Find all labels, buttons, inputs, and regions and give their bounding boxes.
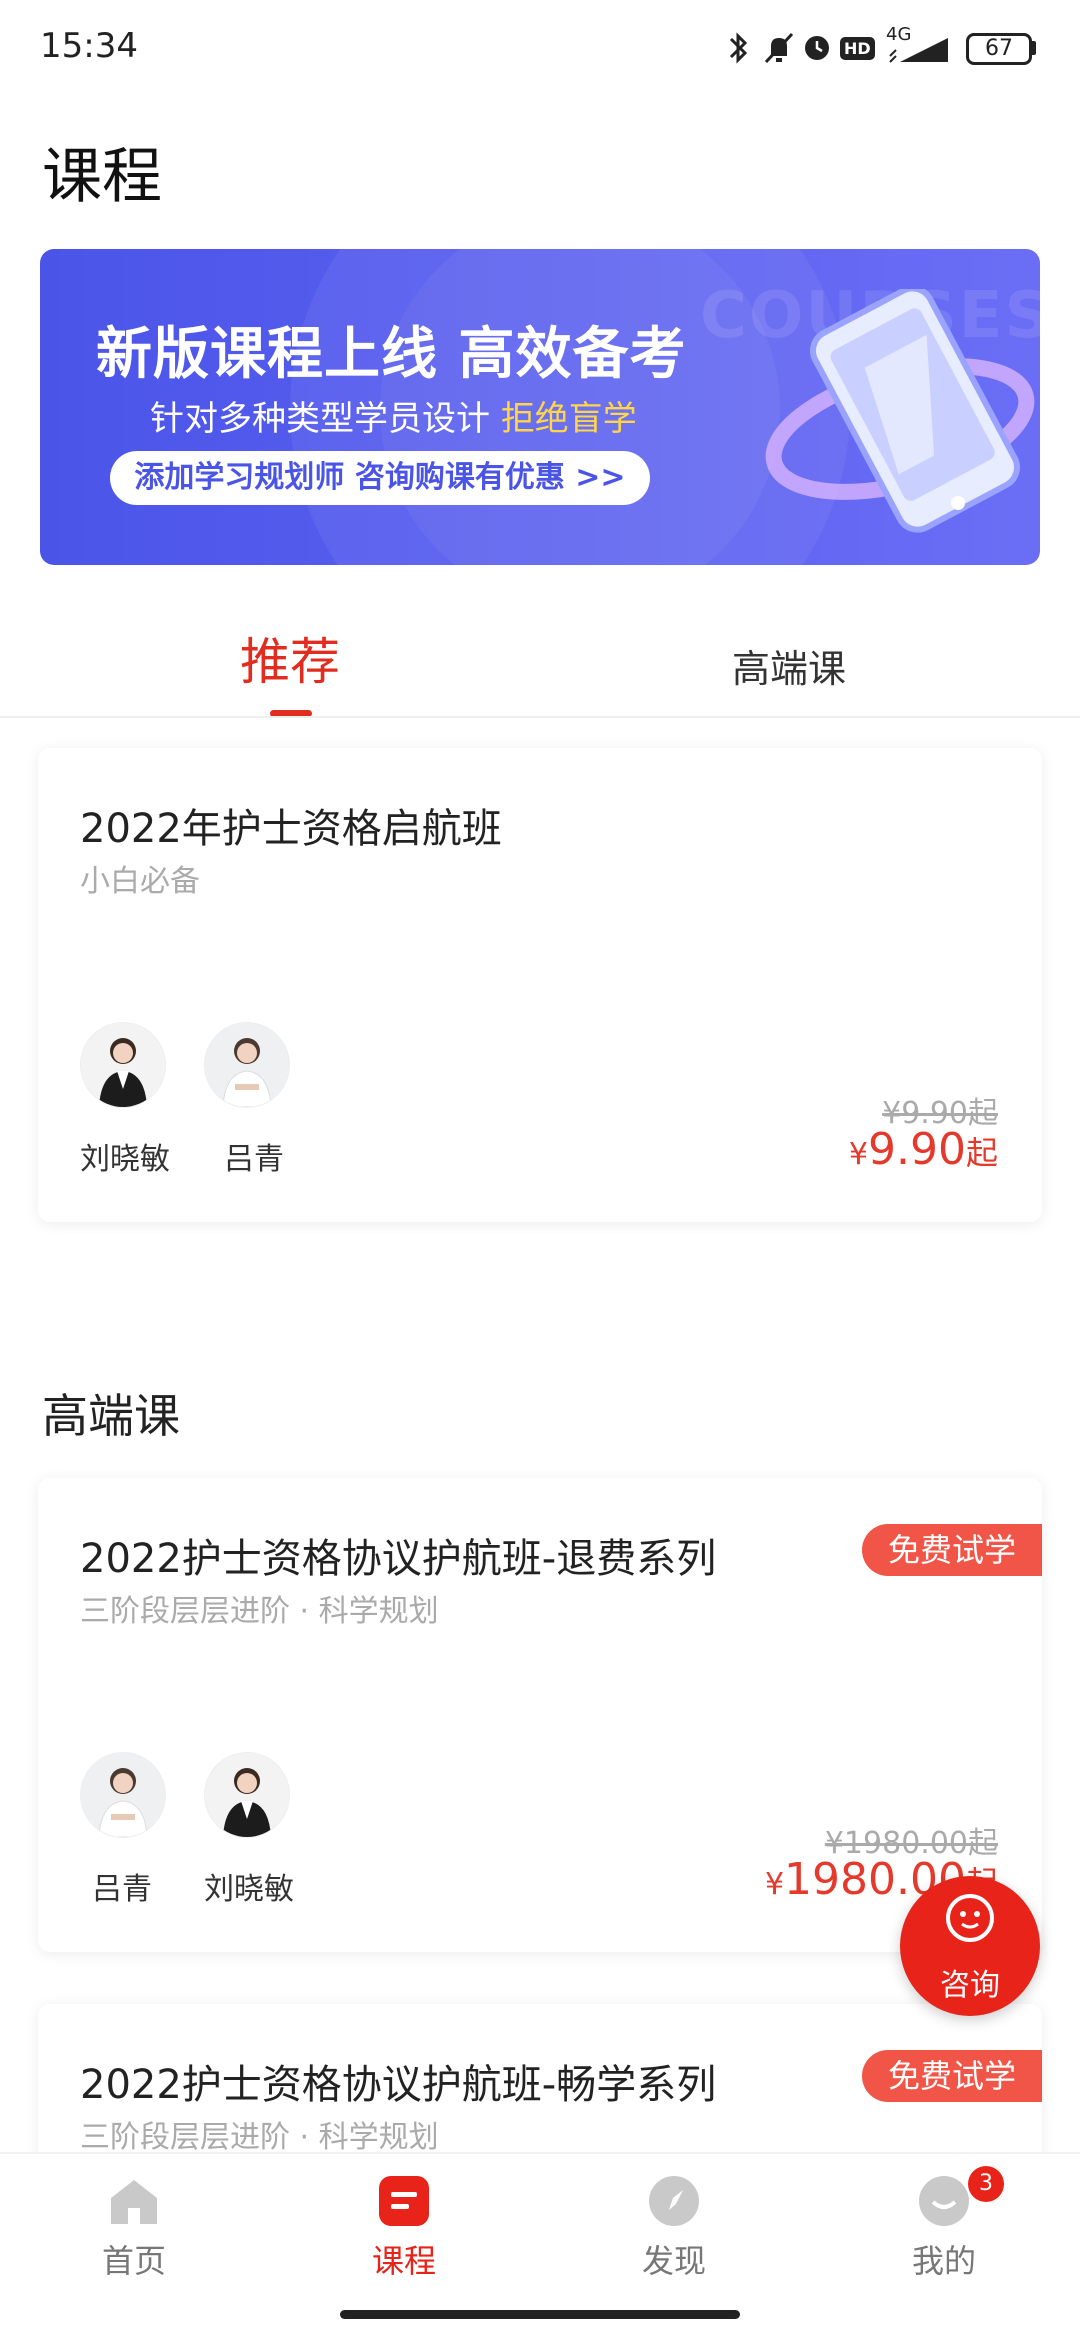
free-trial-badge[interactable]: 免费试学 bbox=[861, 1524, 1042, 1576]
avatar bbox=[80, 1752, 166, 1838]
tab-high-end[interactable]: 高端课 bbox=[732, 638, 846, 693]
course-subtitle: 小白必备 bbox=[80, 864, 200, 899]
teacher-name: 吕青 bbox=[92, 1872, 152, 1907]
battery-icon: 67 bbox=[966, 33, 1032, 65]
course-subtitle: 三阶段层层进阶 · 科学规划 bbox=[80, 2120, 439, 2155]
home-indicator[interactable] bbox=[340, 2310, 740, 2319]
teacher-name: 刘晓敏 bbox=[204, 1872, 294, 1907]
current-price: ¥9.90起 bbox=[849, 1124, 998, 1175]
course-title: 2022年护士资格启航班 bbox=[80, 806, 502, 852]
nav-label: 课程 bbox=[371, 2242, 436, 2280]
mute-bell-icon bbox=[762, 30, 796, 66]
avatar bbox=[204, 1022, 290, 1108]
course-subtitle: 三阶段层层进阶 · 科学规划 bbox=[80, 1594, 439, 1629]
notification-badge: 3 bbox=[968, 2166, 1004, 2202]
status-time: 15:34 bbox=[40, 26, 138, 66]
alarm-icon bbox=[802, 30, 832, 66]
hd-icon: HD bbox=[840, 30, 875, 66]
profile-icon bbox=[917, 2174, 971, 2228]
nav-discover[interactable]: 发现 bbox=[604, 2174, 744, 2282]
section-title: 高端课 bbox=[42, 1389, 180, 1443]
teacher-name: 刘晓敏 bbox=[80, 1142, 170, 1177]
banner-cta-button[interactable]: 添加学习规划师 咨询购课有优惠 >> bbox=[110, 451, 650, 505]
bluetooth-icon bbox=[726, 30, 752, 66]
home-icon bbox=[107, 2174, 161, 2228]
course-title: 2022护士资格协议护航班-畅学系列 bbox=[80, 2062, 717, 2108]
course-title: 2022护士资格协议护航班-退费系列 bbox=[80, 1536, 717, 1582]
banner-headline: 新版课程上线 高效备考 bbox=[96, 322, 687, 387]
page-title: 课程 bbox=[42, 142, 162, 212]
promo-banner[interactable]: COURSES 新版课程上线 高效备考 针对多种类型学员设计 拒绝盲学 添加学习… bbox=[40, 249, 1040, 565]
banner-sub-highlight: 拒绝盲学 bbox=[500, 399, 637, 439]
tab-recommended[interactable]: 推荐 bbox=[240, 622, 340, 694]
price-value: 9.90 bbox=[868, 1124, 966, 1175]
banner-sub-prefix: 针对多种类型学员设计 bbox=[150, 399, 501, 439]
price-currency: ¥ bbox=[848, 1137, 869, 1172]
nav-label: 发现 bbox=[641, 2242, 706, 2280]
price-currency: ¥ bbox=[764, 1867, 785, 1902]
consult-button[interactable]: 咨询 bbox=[900, 1876, 1040, 2016]
avatar bbox=[80, 1022, 166, 1108]
price-suffix: 起 bbox=[965, 1134, 998, 1172]
free-trial-badge[interactable]: 免费试学 bbox=[861, 2050, 1042, 2102]
divider bbox=[0, 716, 1080, 718]
hd-label: HD bbox=[840, 36, 875, 60]
nav-label: 我的 bbox=[911, 2242, 976, 2280]
course-card[interactable]: 2022护士资格协议护航班-退费系列 三阶段层层进阶 · 科学规划 免费试学 吕… bbox=[38, 1478, 1042, 1952]
course-icon bbox=[377, 2174, 431, 2228]
nav-label: 首页 bbox=[101, 2242, 166, 2280]
battery-tip bbox=[1032, 41, 1036, 55]
nav-course[interactable]: 课程 bbox=[334, 2174, 474, 2282]
phone-illustration-icon bbox=[760, 285, 1040, 553]
teacher-name: 吕青 bbox=[224, 1142, 284, 1177]
signal-icon bbox=[886, 30, 952, 66]
course-card[interactable]: 2022年护士资格启航班 小白必备 刘晓敏 吕青 ¥9.90起 ¥9.90起 bbox=[38, 748, 1042, 1222]
consult-label: 咨询 bbox=[940, 1968, 1000, 2003]
compass-icon bbox=[647, 2174, 701, 2228]
banner-subtitle: 针对多种类型学员设计 拒绝盲学 bbox=[150, 391, 637, 440]
avatar bbox=[204, 1752, 290, 1838]
nav-home[interactable]: 首页 bbox=[64, 2174, 204, 2282]
chat-face-icon bbox=[944, 1892, 996, 1948]
